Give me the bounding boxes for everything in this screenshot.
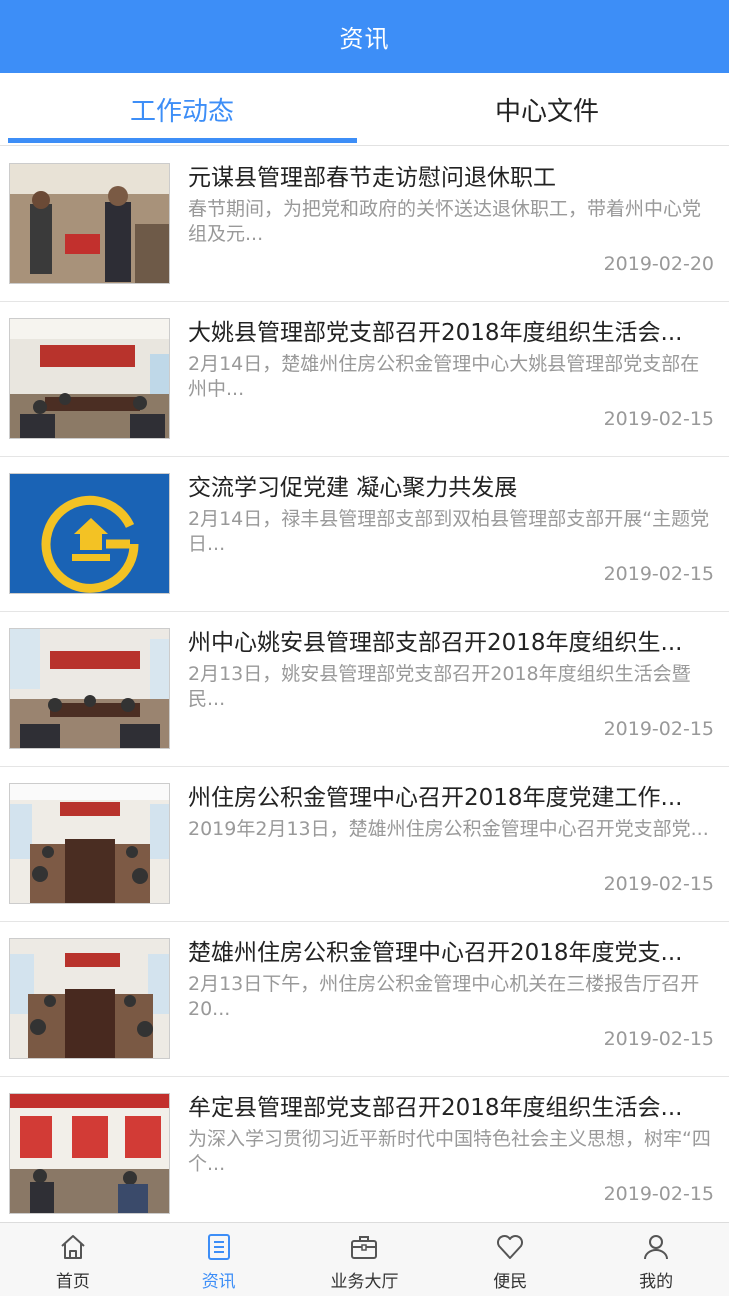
news-list[interactable]: 元谋县管理部春节走访慰问退休职工 春节期间，为把党和政府的关怀送达退休职工，带着… xyxy=(0,147,729,1222)
news-title: 大姚县管理部党支部召开2018年度组织生活会... xyxy=(188,320,683,346)
tab-work-news[interactable]: 工作动态 xyxy=(0,73,364,146)
news-date: 2019-02-15 xyxy=(603,563,714,585)
news-item[interactable]: 楚雄州住房公积金管理中心召开2018年度党支... 2月13日下午，州住房公积金… xyxy=(0,922,729,1077)
home-icon xyxy=(61,1235,85,1259)
nav-home[interactable]: 首页 xyxy=(0,1223,146,1296)
tab-bar: 工作动态 中心文件 xyxy=(0,73,729,146)
heart-icon xyxy=(497,1234,524,1259)
news-item[interactable]: 交流学习促党建 凝心聚力共发展 2月14日，禄丰县管理部支部到双柏县管理部支部开… xyxy=(0,457,729,612)
news-date: 2019-02-15 xyxy=(603,1183,714,1205)
news-summary: 春节期间，为把党和政府的关怀送达退休职工，带着州中心党组及元... xyxy=(188,198,702,245)
nav-mine[interactable]: 我的 xyxy=(583,1223,729,1296)
news-item[interactable]: 州中心姚安县管理部支部召开2018年度组织生... 2月13日，姚安县管理部党支… xyxy=(0,612,729,767)
housing-fund-logo xyxy=(9,473,170,594)
nav-label: 资讯 xyxy=(201,1272,236,1292)
news-thumbnail xyxy=(9,783,170,904)
news-summary: 为深入学习贯彻习近平新时代中国特色社会主义思想，树牢“四个... xyxy=(188,1128,711,1175)
news-date: 2019-02-15 xyxy=(603,718,714,740)
news-title: 牟定县管理部党支部召开2018年度组织生活会... xyxy=(188,1095,683,1121)
nav-label: 业务大厅 xyxy=(330,1272,399,1292)
news-thumbnail xyxy=(9,318,170,439)
nav-business-hall[interactable]: 业务大厅 xyxy=(292,1223,438,1296)
news-date: 2019-02-15 xyxy=(603,873,714,895)
news-thumbnail xyxy=(9,938,170,1059)
news-summary: 2019年2月13日，楚雄州住房公积金管理中心召开党支部党... xyxy=(188,818,709,840)
briefcase-icon xyxy=(351,1236,378,1259)
news-icon xyxy=(207,1234,230,1260)
app-header: 资讯 xyxy=(0,0,729,73)
news-thumbnail xyxy=(9,1093,170,1214)
bottom-navigation: 首页 资讯 业务大厅 便民 我的 xyxy=(0,1222,729,1296)
news-title: 交流学习促党建 凝心聚力共发展 xyxy=(188,475,518,501)
active-tab-indicator xyxy=(8,138,357,143)
news-summary: 2月14日，楚雄州住房公积金管理中心大姚县管理部党支部在州中... xyxy=(188,353,700,400)
news-title: 楚雄州住房公积金管理中心召开2018年度党支... xyxy=(188,940,683,966)
news-title: 州住房公积金管理中心召开2018年度党建工作... xyxy=(188,785,683,811)
news-date: 2019-02-20 xyxy=(603,253,714,275)
nav-label: 便民 xyxy=(493,1272,528,1292)
news-date: 2019-02-15 xyxy=(603,1028,714,1050)
news-item[interactable]: 牟定县管理部党支部召开2018年度组织生活会... 为深入学习贯彻习近平新时代中… xyxy=(0,1077,729,1222)
news-summary: 2月13日下午，州住房公积金管理中心机关在三楼报告厅召开20... xyxy=(188,973,700,1020)
news-thumbnail xyxy=(9,628,170,749)
news-item[interactable]: 元谋县管理部春节走访慰问退休职工 春节期间，为把党和政府的关怀送达退休职工，带着… xyxy=(0,147,729,302)
news-item[interactable]: 州住房公积金管理中心召开2018年度党建工作... 2019年2月13日，楚雄州… xyxy=(0,767,729,922)
news-thumbnail xyxy=(9,163,170,284)
user-icon xyxy=(644,1235,669,1260)
news-summary: 2月14日，禄丰县管理部支部到双柏县管理部支部开展“主题党日... xyxy=(188,508,710,555)
news-item[interactable]: 大姚县管理部党支部召开2018年度组织生活会... 2月14日，楚雄州住房公积金… xyxy=(0,302,729,457)
news-summary: 2月13日，姚安县管理部党支部召开2018年度组织生活会暨民... xyxy=(188,663,691,710)
nav-convenience[interactable]: 便民 xyxy=(437,1223,583,1296)
news-title: 元谋县管理部春节走访慰问退休职工 xyxy=(188,165,556,191)
nav-label: 我的 xyxy=(639,1272,674,1292)
nav-label: 首页 xyxy=(55,1272,90,1292)
news-date: 2019-02-15 xyxy=(603,408,714,430)
tab-center-documents[interactable]: 中心文件 xyxy=(365,73,729,146)
page-title: 资讯 xyxy=(339,25,390,53)
news-title: 州中心姚安县管理部支部召开2018年度组织生... xyxy=(188,630,683,656)
nav-news[interactable]: 资讯 xyxy=(146,1223,292,1296)
